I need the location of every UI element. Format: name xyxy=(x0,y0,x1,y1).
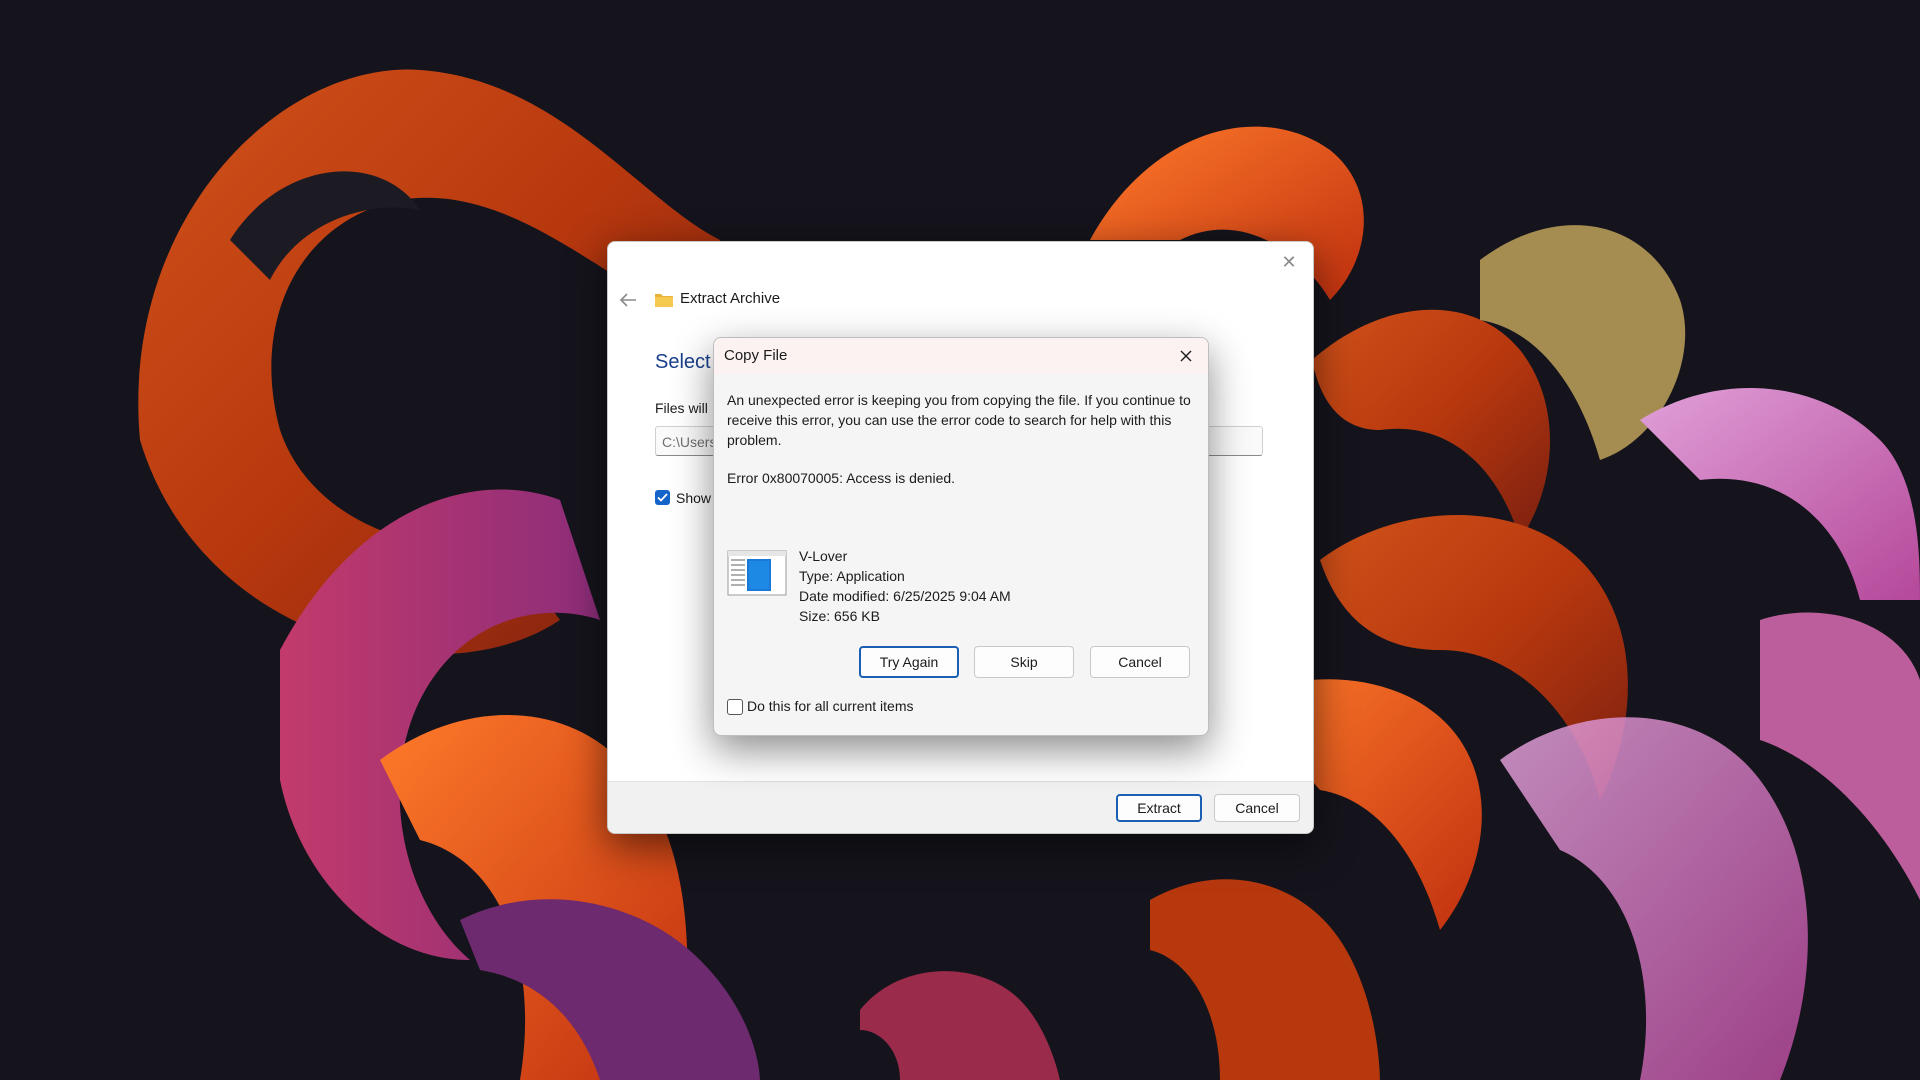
checkmark-icon xyxy=(657,493,668,502)
application-file-icon xyxy=(727,550,787,596)
folder-icon xyxy=(655,294,673,307)
dialog-title: Copy File xyxy=(724,347,788,364)
back-arrow-icon[interactable] xyxy=(616,288,640,312)
page-heading: Select xyxy=(655,351,711,373)
cancel-button[interactable]: Cancel xyxy=(1090,646,1190,678)
error-message: An unexpected error is keeping you from … xyxy=(727,392,1191,448)
file-name: V-Lover xyxy=(799,548,848,564)
try-again-button[interactable]: Try Again xyxy=(859,646,959,678)
close-icon[interactable]: ✕ xyxy=(1275,248,1303,276)
destination-label: Files will xyxy=(655,400,708,416)
skip-button[interactable]: Skip xyxy=(974,646,1074,678)
file-type: Type: Application xyxy=(799,568,905,584)
file-details: V-Lover Type: Application Date modified:… xyxy=(799,546,1011,626)
close-icon[interactable] xyxy=(1172,342,1200,370)
file-modified: Date modified: 6/25/2025 9:04 AM xyxy=(799,588,1011,604)
cancel-button[interactable]: Cancel xyxy=(1214,794,1300,822)
apply-all-label[interactable]: Do this for all current items xyxy=(747,698,914,714)
window-title: Extract Archive xyxy=(680,290,781,307)
show-files-checkbox[interactable] xyxy=(655,490,670,505)
dialog-footer: Extract Cancel xyxy=(608,781,1313,833)
copy-file-dialog: Copy File An unexpected error is keeping… xyxy=(713,337,1209,736)
file-size: Size: 656 KB xyxy=(799,608,880,624)
show-files-label: Show xyxy=(676,490,712,506)
extract-button[interactable]: Extract xyxy=(1116,794,1202,822)
error-code: Error 0x80070005: Access is denied. xyxy=(727,470,956,486)
apply-all-checkbox[interactable] xyxy=(727,699,743,715)
dialog-titlebar: Copy File xyxy=(714,338,1208,374)
